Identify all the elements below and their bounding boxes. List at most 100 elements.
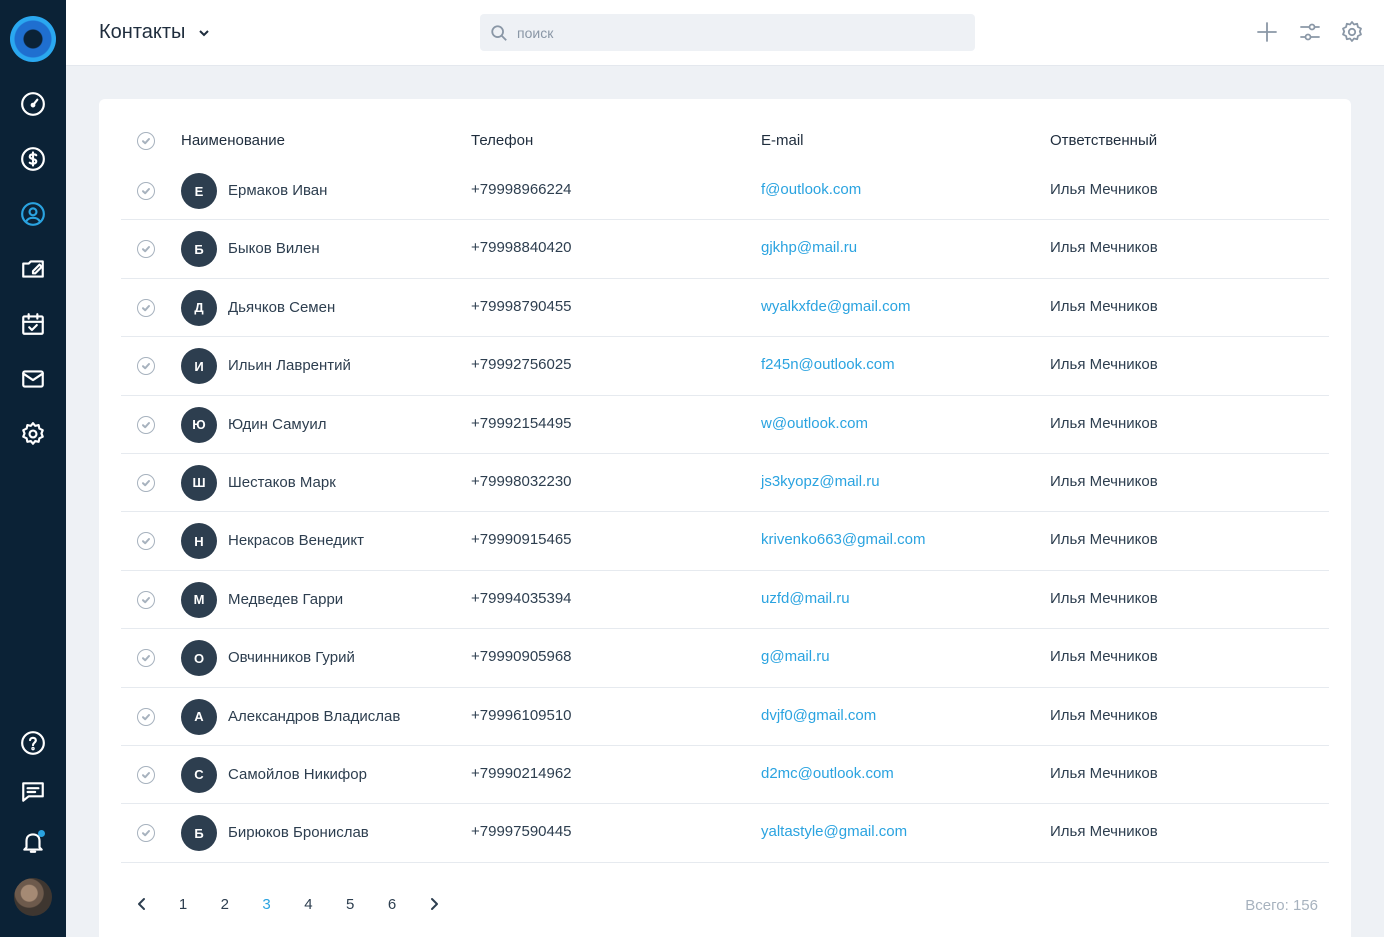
contact-name[interactable]: Ильин Лаврентий xyxy=(228,357,351,374)
next-page-button[interactable] xyxy=(422,892,446,916)
contact-name[interactable]: Дьячков Семен xyxy=(228,299,335,316)
table-row[interactable]: Н Некрасов Венедикт +79990915465 krivenko66… xyxy=(121,512,1329,571)
notification-dot xyxy=(38,830,45,837)
chevron-right-icon xyxy=(431,898,438,910)
total-count: Всего: 156 xyxy=(1245,897,1318,914)
contacts-icon[interactable] xyxy=(19,200,47,228)
contacts-card: Наименование Телефон E-mail Ответственны… xyxy=(99,99,1351,937)
page-1-button[interactable]: 1 xyxy=(171,892,195,916)
mail-icon[interactable] xyxy=(19,365,47,393)
column-header-email[interactable]: E-mail xyxy=(761,132,804,149)
pagination: 123456 Всего: 156 xyxy=(121,892,1329,918)
contact-name[interactable]: Ермаков Иван xyxy=(228,182,327,199)
contact-name[interactable]: Александров Владислав xyxy=(228,708,400,725)
contact-name[interactable]: Бирюков Бронислав xyxy=(228,824,369,841)
page-4-button[interactable]: 4 xyxy=(296,892,320,916)
row-checkbox[interactable] xyxy=(137,182,155,200)
table-row[interactable]: Ш Шестаков Марк +79998032230 js3kyopz@mail.… xyxy=(121,454,1329,513)
contact-name[interactable]: Самойлов Никифор xyxy=(228,766,367,783)
table-row[interactable]: Б Бирюков Бронислав +79997590445 yaltastyle… xyxy=(121,804,1329,863)
chevron-down-icon xyxy=(199,29,210,36)
row-checkbox[interactable] xyxy=(137,298,155,317)
table-row[interactable]: А Александров Владислав +79996109510 dvjf0@… xyxy=(121,688,1329,746)
row-checkbox[interactable] xyxy=(137,240,155,259)
search-icon xyxy=(491,24,507,41)
dashboard-icon[interactable] xyxy=(19,90,47,118)
table-row[interactable]: С Самойлов Никифор +79990214962 d2mc@outloo… xyxy=(121,746,1329,805)
chat-icon[interactable] xyxy=(19,778,47,806)
help-icon[interactable] xyxy=(19,729,47,757)
contact-email-link[interactable]: wyalkxfde@gmail.com xyxy=(761,298,910,315)
table-row[interactable]: М Медведев Гарри +79994035394 uzfd@mail.ru И… xyxy=(121,571,1329,630)
column-header-name[interactable]: Наименование xyxy=(181,132,285,149)
row-checkbox[interactable] xyxy=(137,532,155,551)
contact-avatar: И xyxy=(181,348,217,385)
contact-phone: +79998840420 xyxy=(471,239,572,257)
search-input[interactable] xyxy=(517,24,957,41)
row-checkbox[interactable] xyxy=(137,649,155,668)
contact-name[interactable]: Некрасов Венедикт xyxy=(228,532,364,549)
row-checkbox[interactable] xyxy=(137,824,155,843)
contact-email-link[interactable]: f@outlook.com xyxy=(761,181,861,198)
row-checkbox[interactable] xyxy=(137,707,155,726)
page-title-dropdown[interactable]: Контакты xyxy=(99,21,211,44)
contact-phone: +79998790455 xyxy=(471,297,572,315)
contact-name[interactable]: Овчинников Гурий xyxy=(228,649,355,666)
contact-email-link[interactable]: gjkhp@mail.ru xyxy=(761,239,857,256)
contact-email-link[interactable]: dvjf0@gmail.com xyxy=(761,707,876,724)
search-box[interactable] xyxy=(480,14,975,51)
contact-name[interactable]: Шестаков Марк xyxy=(228,474,336,491)
contact-email-link[interactable]: yaltastyle@gmail.com xyxy=(761,823,907,840)
contact-name[interactable]: Медведев Гарри xyxy=(228,591,343,608)
page-3-button[interactable]: 3 xyxy=(255,892,279,916)
contact-phone: +79996109510 xyxy=(471,706,572,724)
contact-phone: +79990915465 xyxy=(471,531,572,549)
table-row[interactable]: Ю Юдин Самуил +79992154495 w@outlook.com Иль… xyxy=(121,396,1329,454)
contact-name[interactable]: Быков Вилен xyxy=(228,240,320,257)
contact-owner: Илья Мечников xyxy=(1050,648,1158,666)
table-row[interactable]: Е Ермаков Иван +79998966224 f@outlook.com Ил… xyxy=(121,162,1329,221)
page-6-button[interactable]: 6 xyxy=(380,892,404,916)
contact-avatar: Д xyxy=(181,289,217,326)
contact-email-link[interactable]: w@outlook.com xyxy=(761,415,868,432)
prev-page-button[interactable] xyxy=(130,892,154,916)
row-checkbox[interactable] xyxy=(137,415,155,434)
contact-email-link[interactable]: f245n@outlook.com xyxy=(761,356,895,373)
table-row[interactable]: И Ильин Лаврентий +79992756025 f245n@outloo… xyxy=(121,337,1329,396)
table-row[interactable]: Д Дьячков Семен +79998790455 wyalkxfde@gmai… xyxy=(121,279,1329,338)
contact-phone: +79998966224 xyxy=(471,181,572,198)
app-logo[interactable] xyxy=(10,16,56,62)
gear-icon[interactable] xyxy=(1339,19,1365,45)
top-bar: Контакты xyxy=(66,0,1384,66)
row-checkbox[interactable] xyxy=(137,357,155,376)
calendar-icon[interactable] xyxy=(19,310,47,338)
table-row[interactable]: Б Быков Вилен +79998840420 gjkhp@mail.ru Иль… xyxy=(121,220,1329,279)
deals-icon[interactable] xyxy=(19,145,47,173)
table-header: Наименование Телефон E-mail Ответственны… xyxy=(121,125,1329,157)
documents-icon[interactable] xyxy=(19,255,47,283)
row-checkbox[interactable] xyxy=(137,765,155,784)
page-5-button[interactable]: 5 xyxy=(338,892,362,916)
contact-avatar: Е xyxy=(181,173,217,209)
row-checkbox[interactable] xyxy=(137,473,155,492)
contact-email-link[interactable]: krivenko663@gmail.com xyxy=(761,531,925,548)
contact-email-link[interactable]: d2mc@outlook.com xyxy=(761,765,894,782)
table-row[interactable]: О Овчинников Гурий +79990905968 g@mail.ru Ил… xyxy=(121,629,1329,688)
page-2-button[interactable]: 2 xyxy=(213,892,237,916)
contact-phone: +79990905968 xyxy=(471,648,572,666)
filter-icon[interactable] xyxy=(1297,19,1323,45)
user-avatar[interactable] xyxy=(14,878,52,916)
column-header-owner[interactable]: Ответственный xyxy=(1050,132,1157,149)
contact-avatar: С xyxy=(181,756,217,793)
column-header-phone[interactable]: Телефон xyxy=(471,132,533,149)
contact-email-link[interactable]: js3kyopz@mail.ru xyxy=(761,473,880,490)
contact-email-link[interactable]: uzfd@mail.ru xyxy=(761,590,850,607)
row-checkbox[interactable] xyxy=(137,590,155,609)
contact-email-link[interactable]: g@mail.ru xyxy=(761,648,830,665)
contact-avatar: Ю xyxy=(181,406,217,443)
add-icon[interactable] xyxy=(1254,19,1280,45)
settings-icon[interactable] xyxy=(19,420,47,448)
bell-icon[interactable] xyxy=(19,828,47,856)
select-all-checkbox[interactable] xyxy=(137,132,155,150)
contact-name[interactable]: Юдин Самуил xyxy=(228,416,327,433)
